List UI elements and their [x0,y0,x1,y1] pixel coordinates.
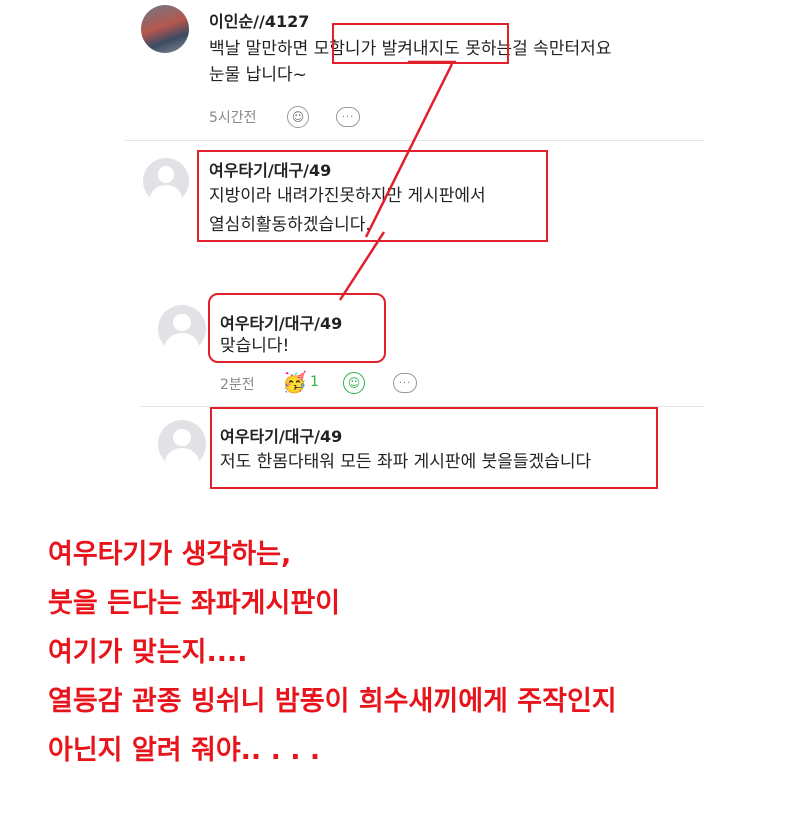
smile-icon[interactable]: ☺ [287,106,309,128]
highlight-box-reply3 [210,407,658,489]
speech-bubble-icon[interactable]: ··· [393,373,417,393]
avatar[interactable] [158,420,206,468]
comment-author[interactable]: 이인순//4127 [209,8,309,32]
reply-timestamp: 2분전 [220,377,255,393]
smile-icon[interactable]: ☺ [343,372,365,394]
divider [125,140,704,141]
highlight-box-phrase [332,23,509,64]
speech-bubble-icon[interactable]: ··· [336,107,360,127]
highlight-box-reply1 [197,150,548,242]
caption-line: 아닌지 알려 줘야.. . . . [48,735,321,766]
comment-timestamp: 5시간전 [209,110,257,126]
caption-line: 여우타기가 생각하는, [48,539,292,570]
caption-line: 열등감 관종 빙쉬니 밤똥이 희수새끼에게 주작인지 [48,686,617,717]
highlight-box-reply2 [208,293,386,363]
reaction-face-icon[interactable]: 🥳 [282,370,307,394]
caption-line: 붓을 든다는 좌파게시판이 [48,588,341,619]
reaction-count: 1 [310,374,319,390]
caption-line: 여기가 맞는지.... [48,637,248,668]
avatar[interactable] [141,5,189,53]
comment-text-line2: 눈물 납니다~ [209,65,307,85]
caption-block: 여우타기가 생각하는, 붓을 든다는 좌파게시판이 여기가 맞는지.... 열등… [48,530,617,775]
avatar[interactable] [143,158,189,204]
avatar[interactable] [158,305,206,353]
